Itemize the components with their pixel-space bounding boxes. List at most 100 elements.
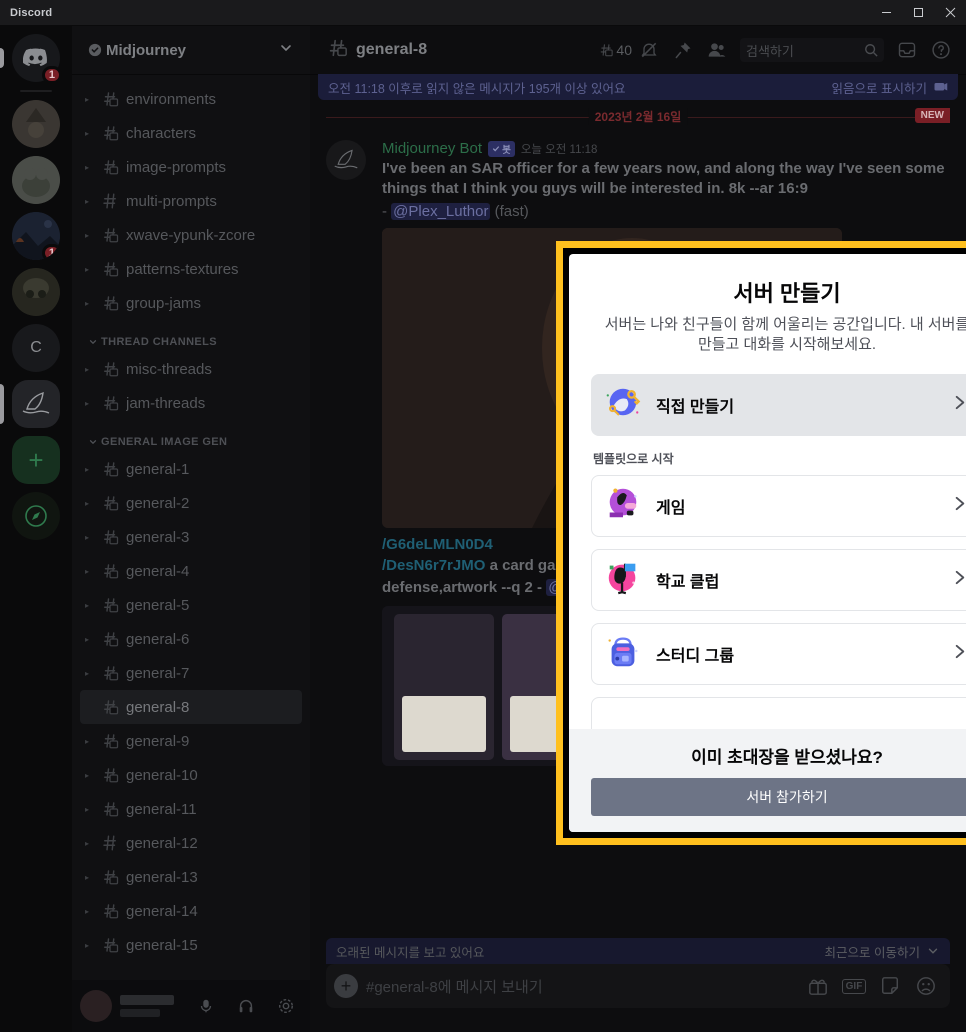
sidebar-channel-general-5[interactable]: ▸ general-5 [80, 588, 302, 622]
sidebar-channel-general-7[interactable]: ▸ general-7 [80, 656, 302, 690]
inbox-button[interactable] [890, 33, 924, 67]
sidebar-channel-multi-prompts[interactable]: ▸ multi-prompts [80, 184, 302, 218]
sidebar-channel-general-3[interactable]: ▸ general-3 [80, 520, 302, 554]
expand-arrow-icon[interactable]: ▸ [80, 465, 94, 474]
server-icon-creature[interactable] [12, 268, 60, 316]
server-icon-c[interactable]: C [12, 324, 60, 372]
expand-arrow-icon[interactable]: ▸ [80, 365, 94, 374]
modal-body[interactable]: 직접 만들기 템플릿으로 시작 게임 학교 클럽 스터디 그룹 [569, 366, 966, 729]
sidebar-channel-general-11[interactable]: ▸ general-11 [80, 792, 302, 826]
pinned-messages-button[interactable] [666, 33, 700, 67]
server-home[interactable]: 1 [0, 34, 62, 84]
sidebar-channel-general-14[interactable]: ▸ general-14 [80, 894, 302, 928]
sidebar-channel-environments[interactable]: ▸ environments [80, 82, 302, 116]
sidebar-channel-general-1[interactable]: ▸ general-1 [80, 452, 302, 486]
jump-to-present-button[interactable]: 최근으로 이동하기 [825, 942, 940, 961]
unread-banner[interactable]: 오전 11:18 이후로 읽지 않은 메시지가 195개 이상 있어요 읽음으로… [318, 74, 958, 100]
expand-arrow-icon[interactable]: ▸ [80, 941, 94, 950]
message-link-2[interactable]: /DesN6r7rJMO [382, 557, 485, 574]
expand-arrow-icon[interactable]: ▸ [80, 499, 94, 508]
sidebar-channel-general-12[interactable]: ▸ general-12 [80, 826, 302, 860]
maximize-button[interactable] [902, 0, 934, 26]
server-icon-wizard[interactable] [12, 100, 60, 148]
sidebar-channel-jam-threads[interactable]: ▸ jam-threads [80, 386, 302, 420]
template-option-study-group[interactable]: 스터디 그룹 [591, 622, 966, 685]
server-icon-frog[interactable] [12, 156, 60, 204]
server-icon-midjourney[interactable] [0, 380, 60, 428]
template-option-next[interactable] [591, 696, 966, 729]
channel-category[interactable]: GENERAL IMAGE GEN [72, 420, 310, 452]
sidebar-channel-general-13[interactable]: ▸ general-13 [80, 860, 302, 894]
expand-arrow-icon[interactable]: ▸ [80, 95, 94, 104]
expand-arrow-icon[interactable]: ▸ [80, 399, 94, 408]
message-link-1[interactable]: /G6deLMLN0D4 [382, 536, 493, 553]
template-option-gaming[interactable]: 게임 [591, 474, 966, 537]
avatar[interactable] [80, 990, 112, 1022]
message-author[interactable]: Midjourney Bot [382, 140, 482, 157]
expand-arrow-icon[interactable]: ▸ [80, 533, 94, 542]
expand-arrow-icon[interactable]: ▸ [80, 907, 94, 916]
user-panel[interactable] [72, 980, 310, 1032]
notification-off-button[interactable] [632, 33, 666, 67]
user-settings-button[interactable] [270, 990, 302, 1022]
sidebar-channel-misc-threads[interactable]: ▸ misc-threads [80, 352, 302, 386]
mute-mic-button[interactable] [190, 990, 222, 1022]
explore-servers-button[interactable] [12, 492, 60, 540]
guild-dropdown-icon[interactable] [278, 40, 294, 61]
expand-arrow-icon[interactable]: ▸ [80, 669, 94, 678]
template-option-school-club[interactable]: 학교 클럽 [591, 548, 966, 611]
threads-button[interactable]: 40 [598, 33, 632, 67]
sidebar-channel-image-prompts[interactable]: ▸ image-prompts [80, 150, 302, 184]
sidebar-channel-general-8[interactable]: general-8 [80, 690, 302, 724]
expand-arrow-icon[interactable]: ▸ [80, 567, 94, 576]
server-rail[interactable]: 1 1 C + [0, 26, 72, 1032]
jump-to-present-bar[interactable]: 오래된 메시지를 보고 있어요 최근으로 이동하기 [326, 938, 950, 964]
expand-arrow-icon[interactable]: ▸ [80, 231, 94, 240]
expand-arrow-icon[interactable]: ▸ [80, 805, 94, 814]
expand-arrow-icon[interactable]: ▸ [80, 265, 94, 274]
server-icon-scene[interactable]: 1 [12, 212, 60, 260]
guild-header[interactable]: Midjourney [72, 26, 310, 74]
mention[interactable]: @Plex_Luthor [391, 202, 491, 220]
message-input-placeholder[interactable]: #general-8에 메시지 보내기 [366, 976, 796, 997]
expand-arrow-icon[interactable]: ▸ [80, 601, 94, 610]
sidebar-channel-general-10[interactable]: ▸ general-10 [80, 758, 302, 792]
gift-icon[interactable] [804, 974, 832, 998]
create-own-option[interactable]: 직접 만들기 [591, 373, 966, 436]
expand-arrow-icon[interactable]: ▸ [80, 635, 94, 644]
expand-arrow-icon[interactable]: ▸ [80, 839, 94, 848]
emoji-icon[interactable] [912, 974, 940, 998]
sidebar-channel-general-9[interactable]: ▸ general-9 [80, 724, 302, 758]
sidebar-channel-general-4[interactable]: ▸ general-4 [80, 554, 302, 588]
channel-category[interactable]: THREAD CHANNELS [72, 320, 310, 352]
message-composer[interactable]: + #general-8에 메시지 보내기 GIF [326, 964, 950, 1008]
mark-as-read-button[interactable]: 읽음으로 표시하기 [832, 78, 948, 97]
sidebar-channel-characters[interactable]: ▸ characters [80, 116, 302, 150]
expand-arrow-icon[interactable]: ▸ [80, 873, 94, 882]
expand-arrow-icon[interactable]: ▸ [80, 129, 94, 138]
join-server-button[interactable]: 서버 참가하기 [591, 778, 966, 816]
sidebar-channel-patterns-textures[interactable]: ▸ patterns-textures [80, 252, 302, 286]
sticker-icon[interactable] [876, 974, 904, 998]
expand-arrow-icon[interactable]: ▸ [80, 771, 94, 780]
search-input[interactable]: 검색하기 [740, 38, 884, 62]
close-button[interactable] [934, 0, 966, 26]
help-button[interactable] [924, 33, 958, 67]
sidebar-channel-general-6[interactable]: ▸ general-6 [80, 622, 302, 656]
add-server-button[interactable]: + [12, 436, 60, 484]
sidebar-channel-general-2[interactable]: ▸ general-2 [80, 486, 302, 520]
sidebar-channel-xwave-ypunk-zcore[interactable]: ▸ xwave-ypunk-zcore [80, 218, 302, 252]
expand-arrow-icon[interactable]: ▸ [80, 163, 94, 172]
sidebar-channel-group-jams[interactable]: ▸ group-jams [80, 286, 302, 320]
minimize-button[interactable] [870, 0, 902, 26]
member-list-button[interactable] [700, 33, 734, 67]
expand-arrow-icon[interactable]: ▸ [80, 299, 94, 308]
expand-arrow-icon[interactable]: ▸ [80, 737, 94, 746]
sidebar-channel-general-15[interactable]: ▸ general-15 [80, 928, 302, 962]
channel-list[interactable]: ▸ environments ▸ characters ▸ image-prompts ▸ m… [72, 74, 310, 980]
expand-arrow-icon[interactable]: ▸ [80, 197, 94, 206]
add-attachment-button[interactable]: + [334, 974, 358, 998]
avatar[interactable] [326, 140, 366, 180]
deafen-button[interactable] [230, 990, 262, 1022]
gif-icon[interactable]: GIF [840, 974, 868, 998]
